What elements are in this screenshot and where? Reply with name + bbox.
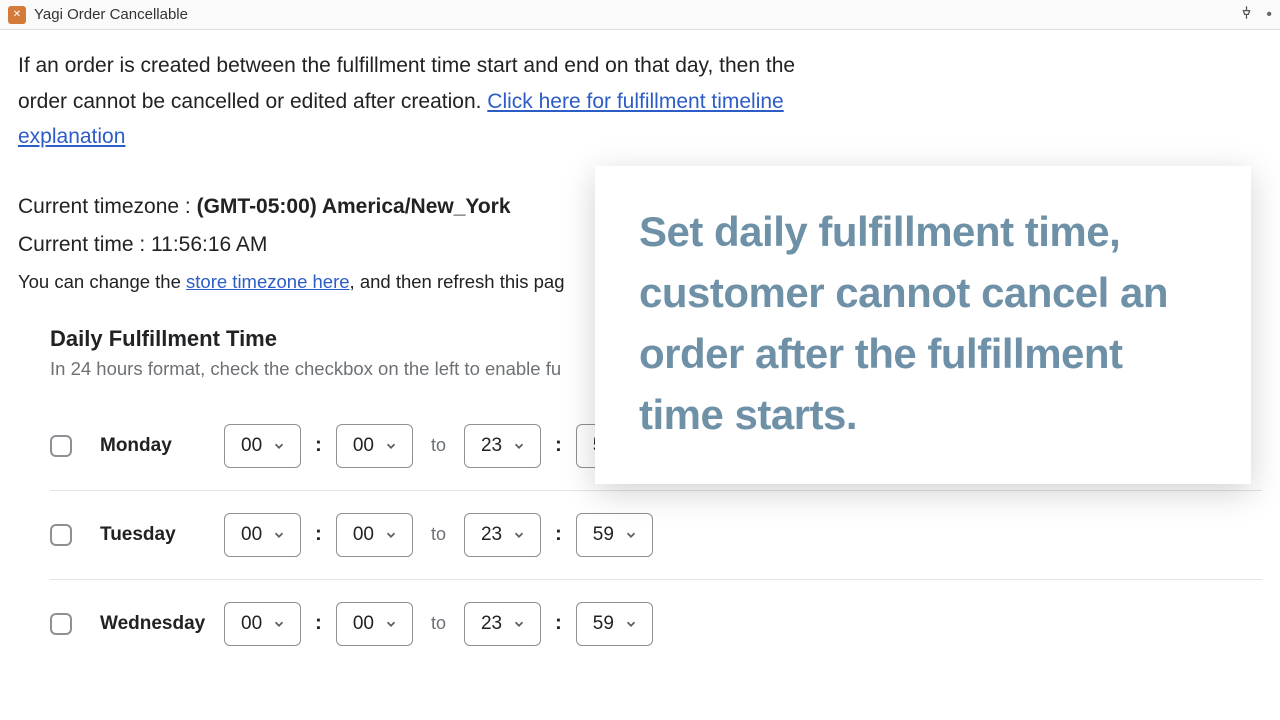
colon-sep: : <box>315 523 322 546</box>
chevron-down-icon <box>512 528 526 542</box>
start-min-select[interactable]: 00 <box>336 424 413 468</box>
chevron-down-icon <box>272 439 286 453</box>
to-label: to <box>431 613 446 634</box>
chevron-down-icon <box>624 617 638 631</box>
more-icon[interactable]: • <box>1266 6 1272 24</box>
app-title: Yagi Order Cancellable <box>34 6 188 23</box>
store-timezone-link[interactable]: store timezone here <box>186 271 350 292</box>
start-min-value: 00 <box>353 435 374 457</box>
day-label: Tuesday <box>100 524 210 546</box>
chevron-down-icon <box>512 439 526 453</box>
end-hour-value: 23 <box>481 435 502 457</box>
start-hour-select[interactable]: 00 <box>224 513 301 557</box>
chevron-down-icon <box>384 528 398 542</box>
titlebar: ✕ Yagi Order Cancellable • <box>0 0 1280 30</box>
colon-sep: : <box>315 612 322 635</box>
start-hour-select[interactable]: 00 <box>224 424 301 468</box>
start-hour-select[interactable]: 00 <box>224 602 301 646</box>
current-time-label: Current time : <box>18 233 151 256</box>
start-hour-value: 00 <box>241 613 262 635</box>
start-min-value: 00 <box>353 613 374 635</box>
to-label: to <box>431 435 446 456</box>
current-time-value: 11:56:16 AM <box>151 233 267 256</box>
end-min-value: 59 <box>593 613 614 635</box>
overlay-text: Set daily fulfillment time, customer can… <box>639 202 1207 446</box>
end-hour-select[interactable]: 23 <box>464 602 541 646</box>
chevron-down-icon <box>272 617 286 631</box>
chevron-down-icon <box>384 439 398 453</box>
colon-sep: : <box>315 434 322 457</box>
end-min-select[interactable]: 59 <box>576 513 653 557</box>
hint-before: You can change the <box>18 271 186 292</box>
start-min-select[interactable]: 00 <box>336 513 413 557</box>
end-hour-select[interactable]: 23 <box>464 513 541 557</box>
day-label: Wednesday <box>100 613 210 635</box>
to-label: to <box>431 524 446 545</box>
day-row-wednesday: Wednesday 00 : 00 to 23 : 59 <box>50 580 1262 668</box>
info-overlay: Set daily fulfillment time, customer can… <box>595 166 1251 484</box>
start-hour-value: 00 <box>241 524 262 546</box>
timezone-value: (GMT-05:00) America/New_York <box>197 195 511 218</box>
end-min-value: 59 <box>593 524 614 546</box>
timezone-label: Current timezone : <box>18 195 197 218</box>
end-hour-value: 23 <box>481 613 502 635</box>
start-min-select[interactable]: 00 <box>336 602 413 646</box>
checkbox-wednesday[interactable] <box>50 613 72 635</box>
start-hour-value: 00 <box>241 435 262 457</box>
chevron-down-icon <box>384 617 398 631</box>
colon-sep: : <box>555 612 562 635</box>
checkbox-tuesday[interactable] <box>50 524 72 546</box>
end-hour-value: 23 <box>481 524 502 546</box>
colon-sep: : <box>555 434 562 457</box>
start-min-value: 00 <box>353 524 374 546</box>
end-min-select[interactable]: 59 <box>576 602 653 646</box>
chevron-down-icon <box>272 528 286 542</box>
hint-after: , and then refresh this pag <box>350 271 565 292</box>
intro-text: If an order is created between the fulfi… <box>18 48 848 155</box>
app-icon: ✕ <box>8 6 26 24</box>
end-hour-select[interactable]: 23 <box>464 424 541 468</box>
chevron-down-icon <box>624 528 638 542</box>
colon-sep: : <box>555 523 562 546</box>
day-row-tuesday: Tuesday 00 : 00 to 23 : 59 <box>50 491 1262 580</box>
day-label: Monday <box>100 435 210 457</box>
pin-icon[interactable] <box>1239 5 1254 25</box>
checkbox-monday[interactable] <box>50 435 72 457</box>
chevron-down-icon <box>512 617 526 631</box>
